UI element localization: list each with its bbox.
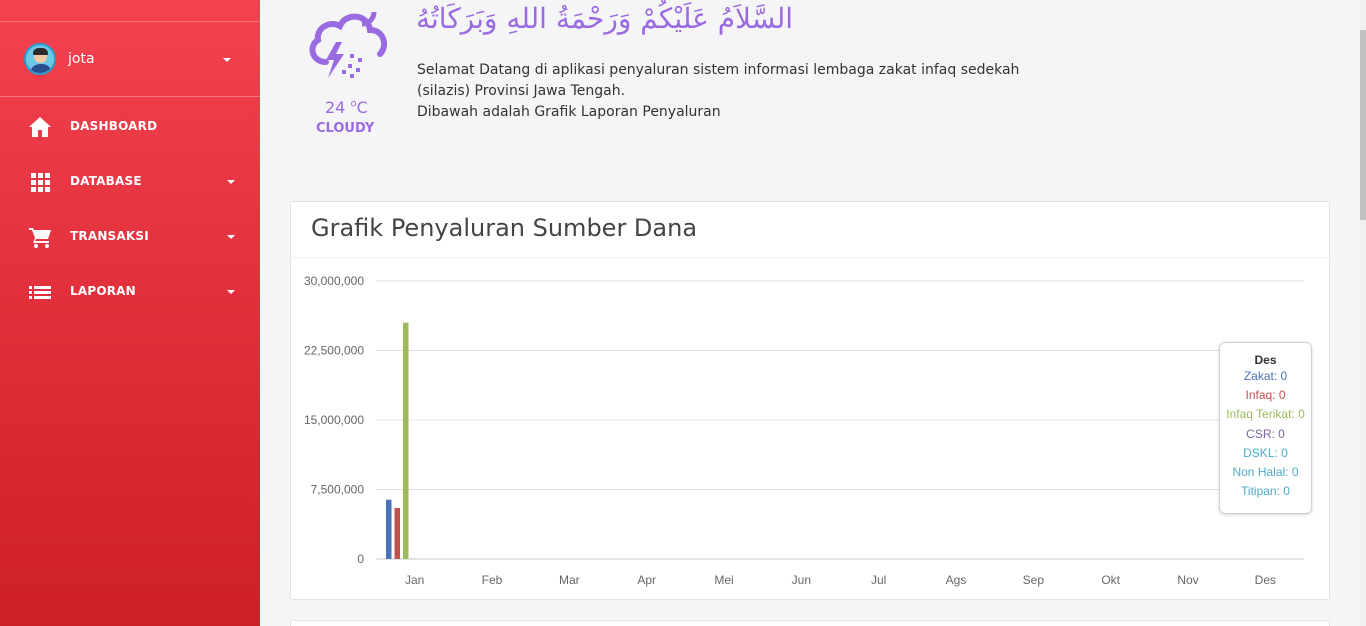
bar-infaq-terikat [403,322,409,559]
tooltip-row: CSR: 0 [1246,426,1285,441]
bar-zakat [386,499,392,559]
tooltip-row: Infaq Terikat: 0 [1226,407,1305,422]
x-tick-label: Mei [714,573,733,587]
chevron-down-icon [227,235,235,239]
x-tick-label: Feb [482,573,503,587]
y-tick-label: 15,000,000 [304,413,364,427]
cart-icon [29,228,51,248]
tooltip-row: Zakat: 0 [1243,369,1288,383]
x-tick-label: Jun [792,573,811,587]
sidebar-item-label: LAPORAN [70,284,136,298]
tooltip-row: Infaq: 0 [1245,388,1286,403]
sidebar-item-label: TRANSAKSI [70,229,149,243]
chevron-down-icon [223,58,231,62]
sidebar: jota DASHBOARD DATABASE TRANSAKSI LAPORA… [0,0,260,626]
grid-icon [31,173,50,192]
sidebar-item-label: DASHBOARD [70,119,158,133]
bar-chart: 0 7,500,000 15,000,000 22,500,000 30,000,000… [304,274,1304,587]
chart-tooltip: Des Zakat: 0 Infaq: 0 Infaq Terikat: 0 CSR:… [1219,342,1312,514]
tooltip-row: Titipan: 0 [1241,484,1290,499]
list-icon [29,286,51,299]
avatar [24,43,56,75]
sidebar-item-database[interactable]: DATABASE [0,154,260,209]
sidebar-item-transaksi[interactable]: TRANSAKSI [0,209,260,264]
x-tick-label: Jul [871,573,886,587]
welcome-line: Dibawah adalah Grafik Laporan Penyaluran [417,104,721,120]
sidebar-item-laporan[interactable]: LAPORAN [0,264,260,319]
welcome-text: Selamat Datang di aplikasi penyaluran si… [417,60,1057,123]
x-tick-label: Apr [637,573,656,587]
x-tick-label: Des [1255,573,1276,587]
sidebar-item-dashboard[interactable]: DASHBOARD [0,99,260,154]
y-tick-label: 30,000,000 [304,274,364,288]
scrollbar[interactable] [1360,0,1366,626]
x-tick-label: Nov [1177,573,1198,587]
chevron-down-icon [227,180,235,184]
welcome-line: Selamat Datang di aplikasi penyaluran si… [417,62,1020,99]
sidebar-item-label: DATABASE [70,174,142,188]
scrollbar-thumb[interactable] [1360,30,1366,220]
x-tick-label: Mar [559,573,580,587]
arabic-greeting: السَّلاَمُ عَلَيْكُمْ وَرَحْمَةُ اللهِ و… [416,2,794,35]
x-tick-label: Okt [1101,573,1120,587]
x-tick-label: Ags [946,573,967,587]
home-icon [29,117,51,137]
bar-infaq [394,508,400,559]
card-title: Grafik Penyaluran Sumber Dana [311,214,698,242]
y-tick-label: 22,500,000 [304,344,364,358]
cloud-thunder-icon [309,11,388,78]
y-tick-label: 7,500,000 [311,483,365,497]
x-tick-label: Sep [1023,573,1045,587]
y-tick-label: 0 [357,552,364,566]
user-menu[interactable]: jota [0,22,260,97]
chevron-down-icon [227,290,235,294]
x-tick-label: Jan [405,573,424,587]
second-card [290,620,1330,626]
username: jota [68,51,95,67]
temperature: 24 oC [325,98,368,117]
tooltip-title: Des [1254,353,1277,367]
weather-condition: CLOUDY [316,121,375,136]
tooltip-row: DSKL: 0 [1243,445,1288,460]
tooltip-row: Non Halal: 0 [1232,465,1299,480]
card-header: Grafik Penyaluran Sumber Dana [291,202,1329,258]
